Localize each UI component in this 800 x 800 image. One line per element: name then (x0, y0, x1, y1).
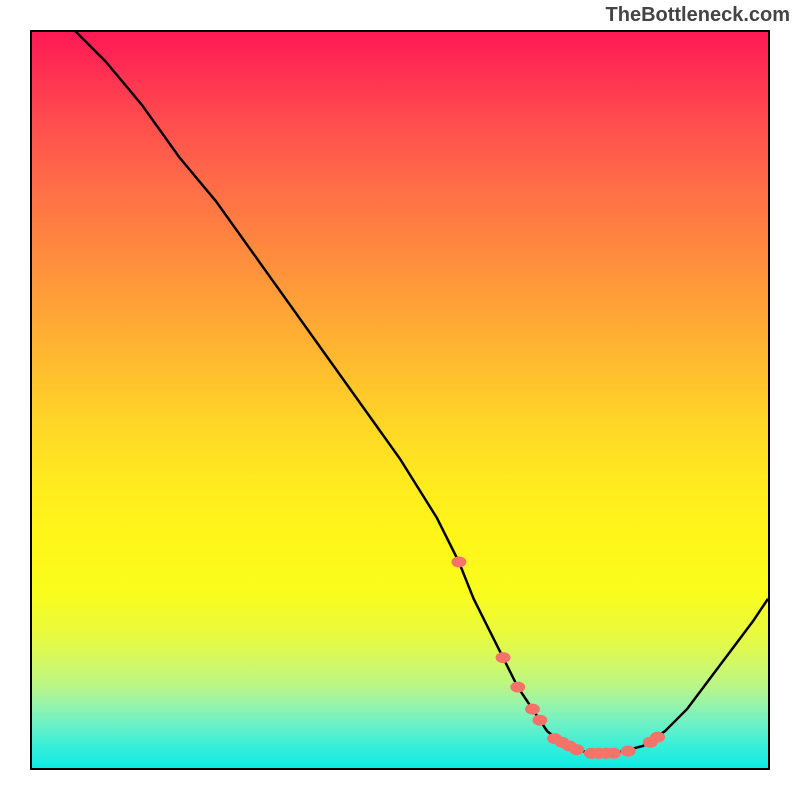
data-point (621, 746, 635, 756)
data-point (526, 704, 540, 714)
plot-area (30, 30, 770, 770)
curve-group (54, 32, 768, 753)
data-point (570, 745, 584, 755)
watermark-text: TheBottleneck.com (606, 4, 790, 27)
bottleneck-curve (54, 32, 768, 753)
chart-container: TheBottleneck.com (0, 0, 800, 800)
data-point (651, 732, 665, 742)
chart-svg (32, 32, 768, 768)
data-point (496, 653, 510, 663)
data-point (533, 715, 547, 725)
data-point (452, 557, 466, 567)
data-point (606, 748, 620, 758)
data-points-group (452, 557, 665, 758)
data-point (511, 682, 525, 692)
